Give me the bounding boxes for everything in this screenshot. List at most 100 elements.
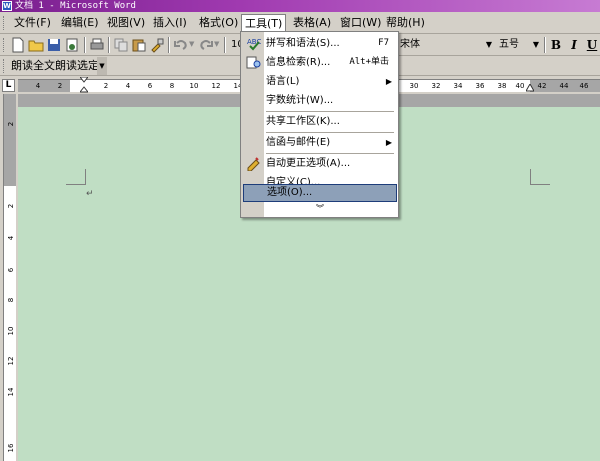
menubar-grip[interactable] [3, 16, 6, 30]
open-folder-icon[interactable] [28, 37, 44, 53]
toolbar-options-icon[interactable]: ▼ [97, 57, 107, 75]
copy-icon[interactable] [113, 37, 129, 53]
redo-dropdown-icon[interactable]: ▼ [214, 40, 219, 48]
ruler-number: 36 [475, 82, 485, 90]
first-line-indent-marker[interactable] [80, 77, 88, 93]
window-title: 文档 1 - Microsoft Word [15, 1, 136, 11]
menu-edit[interactable]: 编辑(E) [58, 14, 102, 32]
menu-item-label: 字数统计(W)... [266, 95, 334, 106]
print-icon[interactable] [89, 37, 105, 53]
submenu-arrow-icon: ▶ [385, 138, 392, 147]
menu-format[interactable]: 格式(O) [196, 14, 241, 32]
menu-item-label: 选项(O)... [267, 187, 313, 198]
ruler-number: 8 [169, 82, 175, 90]
crop-mark-top-right [530, 169, 550, 185]
ruler-number: 10 [189, 82, 199, 90]
new-document-icon[interactable] [10, 37, 26, 53]
svg-text:ABC: ABC [247, 38, 261, 46]
toolbar-separator [84, 37, 86, 53]
menu-item-label: 自动更正选项(A)... [266, 158, 351, 169]
chevron-down-icon[interactable]: ▼ [533, 36, 539, 54]
underline-button[interactable]: U [584, 37, 600, 53]
toolbar-separator [168, 37, 170, 53]
ruler-number: 38 [497, 82, 507, 90]
menu-view[interactable]: 视图(V) [104, 14, 148, 32]
vertical-ruler[interactable]: 2 2 4 6 8 10 12 14 16 [3, 94, 16, 461]
menu-item-autocorrect[interactable]: 自动更正选项(A)... [243, 154, 397, 173]
word-app-icon[interactable]: W [2, 1, 12, 11]
toolbar-separator [108, 37, 110, 53]
autocorrect-icon [247, 157, 260, 171]
read-selected-button[interactable]: 朗读选定 [55, 58, 99, 74]
menu-item-letters-mailings[interactable]: 信函与邮件(E) ▶ [243, 133, 397, 152]
menu-table[interactable]: 表格(A) [290, 14, 334, 32]
undo-dropdown-icon[interactable]: ▼ [189, 40, 194, 48]
toolbar-grip[interactable] [3, 38, 6, 52]
right-indent-marker[interactable] [526, 84, 534, 92]
menu-item-label: 共享工作区(K)... [266, 116, 340, 127]
ruler-number: 4 [35, 82, 41, 90]
vruler-number: 2 [7, 121, 15, 127]
vruler-number: 12 [7, 356, 15, 366]
menu-item-shortcut: Alt+单击 [349, 57, 389, 67]
ruler-number: 42 [537, 82, 547, 90]
italic-button[interactable]: I [566, 37, 582, 53]
vruler-number: 10 [7, 326, 15, 336]
menu-item-label: 信函与邮件(E) [266, 137, 331, 148]
menu-item-label: 语言(L) [266, 76, 300, 87]
bold-button[interactable]: B [548, 37, 564, 53]
menu-insert[interactable]: 插入(I) [150, 14, 190, 32]
menu-item-shortcut: F7 [378, 38, 389, 48]
vruler-number: 6 [7, 267, 15, 273]
read-all-button[interactable]: 朗读全文 [11, 58, 55, 74]
paste-icon[interactable] [131, 37, 147, 53]
font-name-value: 宋体 [400, 39, 420, 50]
ruler-number: 46 [579, 82, 589, 90]
toolbar-grip[interactable] [3, 59, 6, 73]
ruler-number: 4 [125, 82, 131, 90]
undo-icon[interactable] [173, 37, 189, 53]
vruler-number: 2 [7, 203, 15, 209]
menu-item-spelling-grammar[interactable]: ABC 拼写和语法(S)... F7 [243, 34, 397, 53]
menu-item-label: 拼写和语法(S)... [266, 38, 340, 49]
menu-file[interactable]: 文件(F) [11, 14, 54, 32]
spelling-check-icon: ABC [247, 38, 261, 51]
menu-item-research[interactable]: 信息检索(R)... Alt+单击 [243, 53, 397, 72]
font-name-box[interactable]: 宋体 ▼ [398, 36, 494, 54]
submenu-arrow-icon: ▶ [385, 77, 392, 86]
ruler-number: 30 [409, 82, 419, 90]
paragraph-mark: ↵ [86, 189, 94, 199]
ruler-number: 6 [147, 82, 153, 90]
ruler-number: 34 [453, 82, 463, 90]
format-painter-icon[interactable] [149, 37, 165, 53]
menu-item-shared-workspace[interactable]: 共享工作区(K)... [243, 112, 397, 131]
toolbar-separator [224, 37, 226, 53]
ruler-number: 32 [431, 82, 441, 90]
redo-icon[interactable] [198, 37, 214, 53]
ruler-number: 2 [103, 82, 109, 90]
menu-item-word-count[interactable]: 字数统计(W)... [243, 91, 397, 110]
vertical-ruler-column: 2 2 4 6 8 10 12 14 16 [0, 94, 18, 461]
permission-icon[interactable] [64, 37, 80, 53]
crop-mark-top-left [66, 169, 86, 185]
save-icon[interactable] [46, 37, 62, 53]
menu-item-language[interactable]: 语言(L) ▶ [243, 72, 397, 91]
vruler-number: 16 [7, 443, 15, 453]
menu-window[interactable]: 窗口(W) [337, 14, 384, 32]
tools-dropdown-menu: ABC 拼写和语法(S)... F7 信息检索(R)... Alt+单击 语言(… [240, 31, 399, 218]
title-bar: W 文档 1 - Microsoft Word [0, 0, 600, 12]
font-size-value: 五号 [499, 39, 519, 50]
vruler-number: 4 [7, 235, 15, 241]
tab-stop-selector[interactable]: L [2, 79, 15, 92]
vruler-number: 8 [7, 297, 15, 303]
expand-menu-icon[interactable]: ︾ [243, 203, 397, 214]
menu-item-label: 信息检索(R)... [266, 57, 331, 68]
menu-item-options[interactable]: 选项(O)... [243, 184, 397, 202]
menu-help[interactable]: 帮助(H) [383, 14, 428, 32]
research-icon [246, 56, 261, 69]
vruler-number: 14 [7, 387, 15, 397]
ruler-number: 12 [211, 82, 221, 90]
chevron-down-icon[interactable]: ▼ [486, 36, 492, 54]
font-size-box[interactable]: 五号 ▼ [497, 36, 541, 54]
toolbar-separator [544, 37, 546, 53]
